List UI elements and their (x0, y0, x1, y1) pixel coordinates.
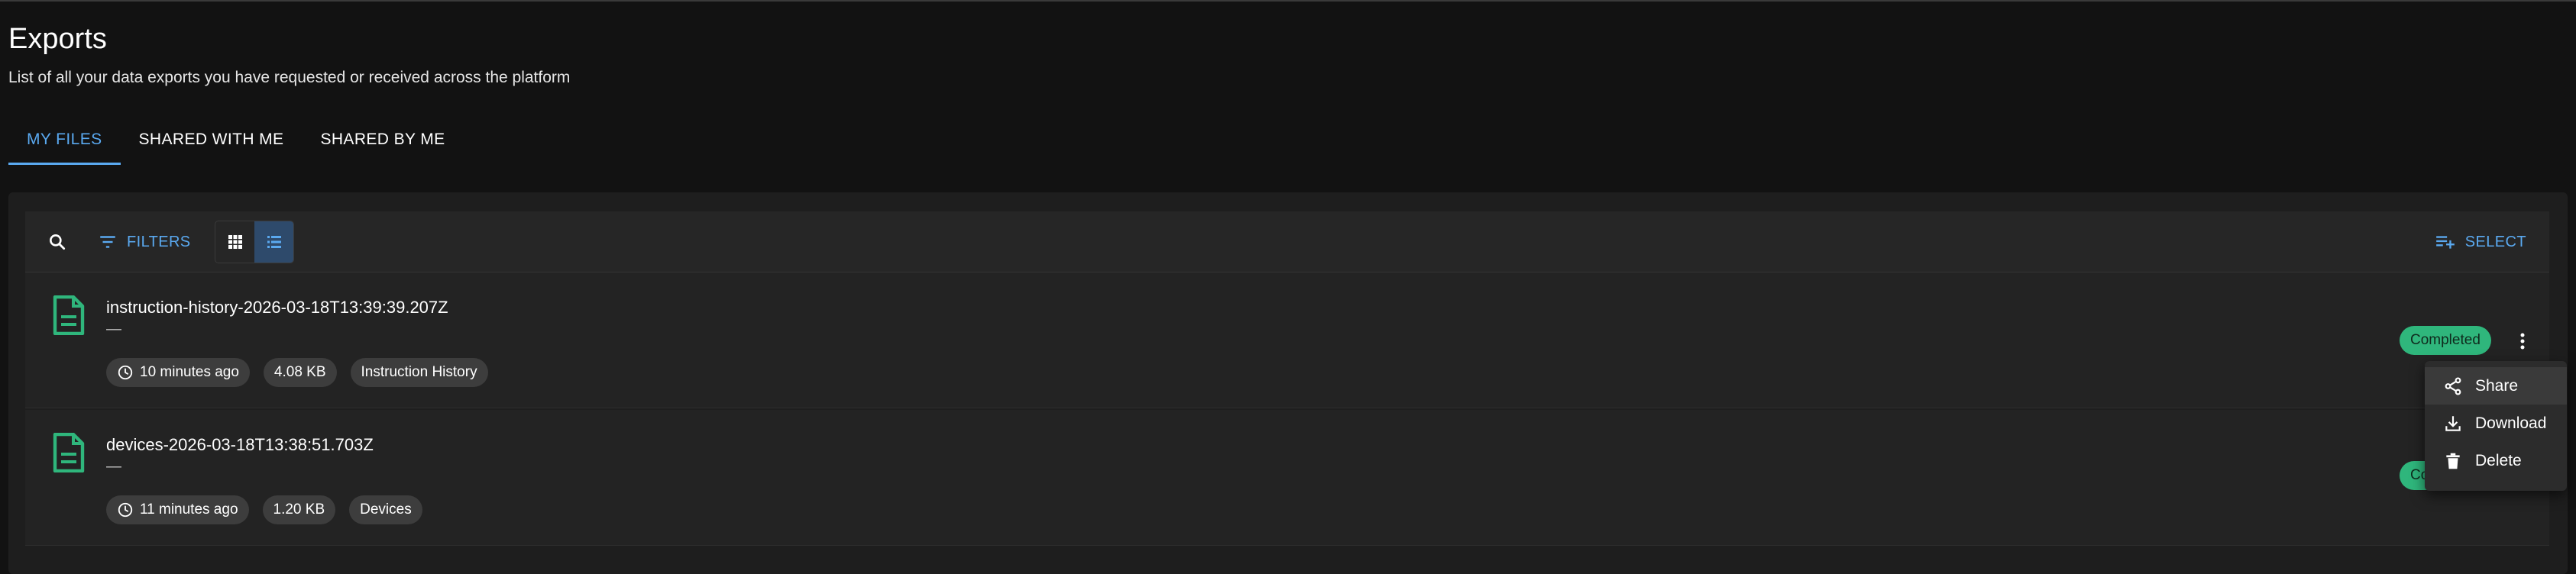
search-button[interactable] (40, 225, 74, 259)
clock-icon (118, 502, 133, 518)
file-document-icon (53, 295, 85, 335)
filters-button[interactable]: FILTERS (98, 225, 191, 259)
download-icon (2445, 415, 2461, 431)
list-view-button[interactable] (254, 221, 293, 263)
file-meta: 11 minutes ago 1.20 KB Devices (106, 495, 422, 524)
filters-label: FILTERS (127, 233, 191, 250)
grid-view-button[interactable] (215, 221, 254, 263)
file-description: — (106, 321, 121, 337)
select-button[interactable]: SELECT (2435, 225, 2526, 259)
age-chip: 10 minutes ago (106, 358, 250, 387)
tab-bar: MY FILES SHARED WITH ME SHARED BY ME (8, 114, 464, 165)
status-badge: Completed (2400, 326, 2491, 355)
size-chip: 4.08 KB (263, 358, 337, 387)
trash-icon (2446, 453, 2460, 469)
age-chip: 11 minutes ago (106, 495, 249, 524)
page-title: Exports (8, 23, 107, 55)
tab-shared-with-me[interactable]: SHARED WITH ME (121, 114, 303, 165)
playlist-add-icon (2435, 236, 2455, 249)
list-icon (267, 236, 281, 248)
menu-item-label: Delete (2475, 451, 2522, 469)
page-subtitle: List of all your data exports you have r… (8, 69, 571, 86)
type-chip: Instruction History (350, 358, 488, 387)
view-toggle (215, 221, 294, 263)
exports-panel: FILTERS SELECT instruction-history-2026-… (8, 192, 2568, 574)
context-menu: Share Download Delete (2425, 361, 2567, 491)
age-label: 10 minutes ago (140, 364, 239, 380)
file-document-icon (53, 433, 85, 472)
file-meta: 10 minutes ago 4.08 KB Instruction Histo… (106, 358, 488, 387)
select-label: SELECT (2464, 233, 2526, 250)
age-label: 11 minutes ago (140, 501, 238, 518)
menu-item-label: Share (2475, 376, 2519, 395)
menu-item-share[interactable]: Share (2425, 367, 2567, 405)
menu-item-label: Download (2475, 414, 2547, 432)
file-description: — (106, 458, 121, 475)
type-chip: Devices (349, 495, 422, 524)
more-options-button[interactable] (2507, 326, 2538, 356)
grid-icon (228, 235, 242, 249)
share-icon (2445, 377, 2461, 395)
file-name: instruction-history-2026-03-18T13:39:39.… (106, 298, 448, 317)
toolbar: FILTERS SELECT (25, 211, 2549, 272)
more-vertical-icon (2520, 333, 2525, 350)
tab-shared-by-me[interactable]: SHARED BY ME (302, 114, 463, 165)
tab-my-files[interactable]: MY FILES (8, 114, 121, 165)
search-icon (50, 234, 66, 250)
file-name: devices-2026-03-18T13:38:51.703Z (106, 435, 374, 454)
filter-icon (100, 236, 115, 248)
clock-icon (118, 365, 133, 380)
top-divider (0, 0, 2576, 2)
size-chip: 1.20 KB (262, 495, 336, 524)
file-row[interactable]: instruction-history-2026-03-18T13:39:39.… (25, 272, 2549, 408)
file-row[interactable]: devices-2026-03-18T13:38:51.703Z — 11 mi… (25, 410, 2549, 546)
menu-item-delete[interactable]: Delete (2425, 442, 2567, 479)
menu-item-download[interactable]: Download (2425, 405, 2567, 442)
